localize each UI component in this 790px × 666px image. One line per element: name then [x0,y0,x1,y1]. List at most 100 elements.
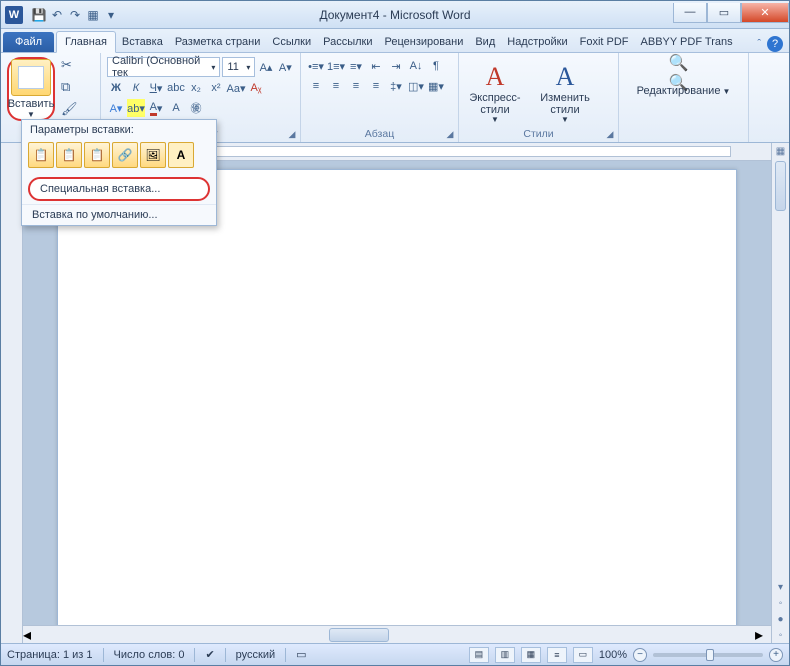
tab-view[interactable]: Вид [469,32,501,52]
tab-pagelayout[interactable]: Разметка страни [169,32,267,52]
redo-icon[interactable]: ↷ [67,7,83,23]
cut-icon[interactable]: ✂ [61,57,78,73]
maximize-button[interactable]: ▭ [707,3,741,23]
paste-option-use-dest[interactable]: 📋 [84,142,110,168]
view-fullscreen-icon[interactable]: ▥ [495,647,515,663]
paragraph-launcher-icon[interactable]: ◢ [444,128,456,140]
grow-font-icon[interactable]: A▴ [257,58,274,76]
zoom-out-button[interactable]: − [633,648,647,662]
horizontal-scrollbar[interactable]: ◂ ▸ [23,625,771,643]
minimize-button[interactable]: — [673,3,707,23]
justify-icon[interactable]: ≡ [367,77,385,95]
align-left-icon[interactable]: ≡ [307,77,325,95]
minimize-ribbon-icon[interactable]: ˆ [757,38,761,50]
paste-split-button[interactable]: Вставить ▼ [7,57,55,121]
spellcheck-icon[interactable]: ✔ [205,648,214,661]
text-effects-icon[interactable]: A▾ [107,99,125,117]
vscroll-thumb[interactable] [775,161,786,211]
view-print-layout-icon[interactable]: ▤ [469,647,489,663]
tab-review[interactable]: Рецензировани [379,32,470,52]
tab-addins[interactable]: Надстройки [501,32,573,52]
font-name-combo[interactable]: Calibri (Основной тек▾ [107,57,220,77]
zoom-in-button[interactable]: + [769,648,783,662]
paste-options-menu: Параметры вставки: 📋 📋 📋 🔗 🖼 A Специальн… [21,119,217,226]
zoom-level[interactable]: 100% [599,649,627,661]
copy-icon[interactable]: ⧉ [61,79,78,95]
find-icon[interactable]: 🔍🔍 [669,61,699,85]
shading-icon[interactable]: ◫▾ [407,77,425,95]
increase-indent-icon[interactable]: ⇥ [387,57,405,75]
view-draft-icon[interactable]: ▭ [573,647,593,663]
change-styles-button[interactable]: A Изменить стили ▼ [535,63,595,125]
paste-option-text-only[interactable]: A [168,142,194,168]
qat-customize-icon[interactable]: ▾ [103,7,119,23]
decrease-indent-icon[interactable]: ⇤ [367,57,385,75]
scroll-down-icon[interactable]: ▾ [772,579,789,595]
superscript-icon[interactable]: x² [207,79,225,97]
hscroll-thumb[interactable] [329,628,389,642]
line-spacing-icon[interactable]: ‡▾ [387,77,405,95]
close-button[interactable]: ✕ [741,3,789,23]
clear-format-icon[interactable]: Aᵪ [247,79,265,97]
underline-icon[interactable]: Ч▾ [147,79,165,97]
paste-default-item[interactable]: Вставка по умолчанию... [22,204,216,225]
format-painter-icon[interactable]: 🖌 [61,101,78,117]
tab-abbyy[interactable]: ABBYY PDF Trans [635,32,739,52]
change-case-icon[interactable]: Aa▾ [227,79,245,97]
tab-home[interactable]: Главная [56,31,116,53]
page[interactable] [57,169,737,625]
save-icon[interactable]: 💾 [31,7,47,23]
numbering-icon[interactable]: 1≡▾ [327,57,345,75]
scroll-left-icon[interactable]: ◂ [23,625,39,645]
paste-option-merge[interactable]: 📋 [56,142,82,168]
paste-option-keep-source[interactable]: 📋 [28,142,54,168]
prev-page-icon[interactable]: ◦ [772,595,789,611]
vertical-scrollbar[interactable]: ▦ ▴ ▾ ◦ ● ◦ [771,143,789,643]
shrink-font-icon[interactable]: A▾ [277,58,294,76]
font-launcher-icon[interactable]: ◢ [286,128,298,140]
editing-button[interactable]: Редактирование ▼ [637,85,731,97]
char-shading-icon[interactable]: A [167,99,185,117]
paste-option-link[interactable]: 🔗 [112,142,138,168]
status-language[interactable]: русский [236,649,275,661]
strike-icon[interactable]: abc [167,79,185,97]
paste-special-item[interactable]: Специальная вставка... [28,177,210,201]
tab-file[interactable]: Файл [3,32,54,52]
tab-references[interactable]: Ссылки [266,32,317,52]
align-center-icon[interactable]: ≡ [327,77,345,95]
zoom-slider-knob[interactable] [706,649,714,661]
italic-icon[interactable]: К [127,79,145,97]
tab-insert[interactable]: Вставка [116,32,169,52]
subscript-icon[interactable]: x₂ [187,79,205,97]
show-marks-icon[interactable]: ¶ [427,57,445,75]
scroll-right-icon[interactable]: ▸ [755,625,771,645]
help-icon[interactable]: ? [767,36,783,52]
ruler-toggle-icon[interactable]: ▦ [772,143,789,159]
table-icon[interactable]: ▦ [85,7,101,23]
document-area[interactable] [23,161,771,625]
next-page-icon[interactable]: ◦ [772,627,789,643]
highlight-icon[interactable]: ab▾ [127,99,145,117]
sort-icon[interactable]: A↓ [407,57,425,75]
styles-launcher-icon[interactable]: ◢ [604,128,616,140]
tab-mailings[interactable]: Рассылки [317,32,378,52]
bullets-icon[interactable]: •≡▾ [307,57,325,75]
view-web-icon[interactable]: ▦ [521,647,541,663]
bold-icon[interactable]: Ж [107,79,125,97]
view-outline-icon[interactable]: ≡ [547,647,567,663]
align-right-icon[interactable]: ≡ [347,77,365,95]
browse-object-icon[interactable]: ● [772,611,789,627]
enclose-icon[interactable]: ㊝ [187,99,205,117]
undo-icon[interactable]: ↶ [49,7,65,23]
status-page[interactable]: Страница: 1 из 1 [7,649,93,661]
borders-icon[interactable]: ▦▾ [427,77,445,95]
tab-foxit[interactable]: Foxit PDF [574,32,635,52]
multilevel-icon[interactable]: ≡▾ [347,57,365,75]
font-color-icon[interactable]: A▾ [147,99,165,117]
zoom-slider[interactable] [653,653,763,657]
status-words[interactable]: Число слов: 0 [114,649,185,661]
paste-option-picture[interactable]: 🖼 [140,142,166,168]
insert-mode-icon[interactable]: ▭ [296,648,306,661]
font-size-combo[interactable]: 11▾ [222,57,255,77]
quick-styles-button[interactable]: A Экспресс-стили ▼ [465,63,525,125]
